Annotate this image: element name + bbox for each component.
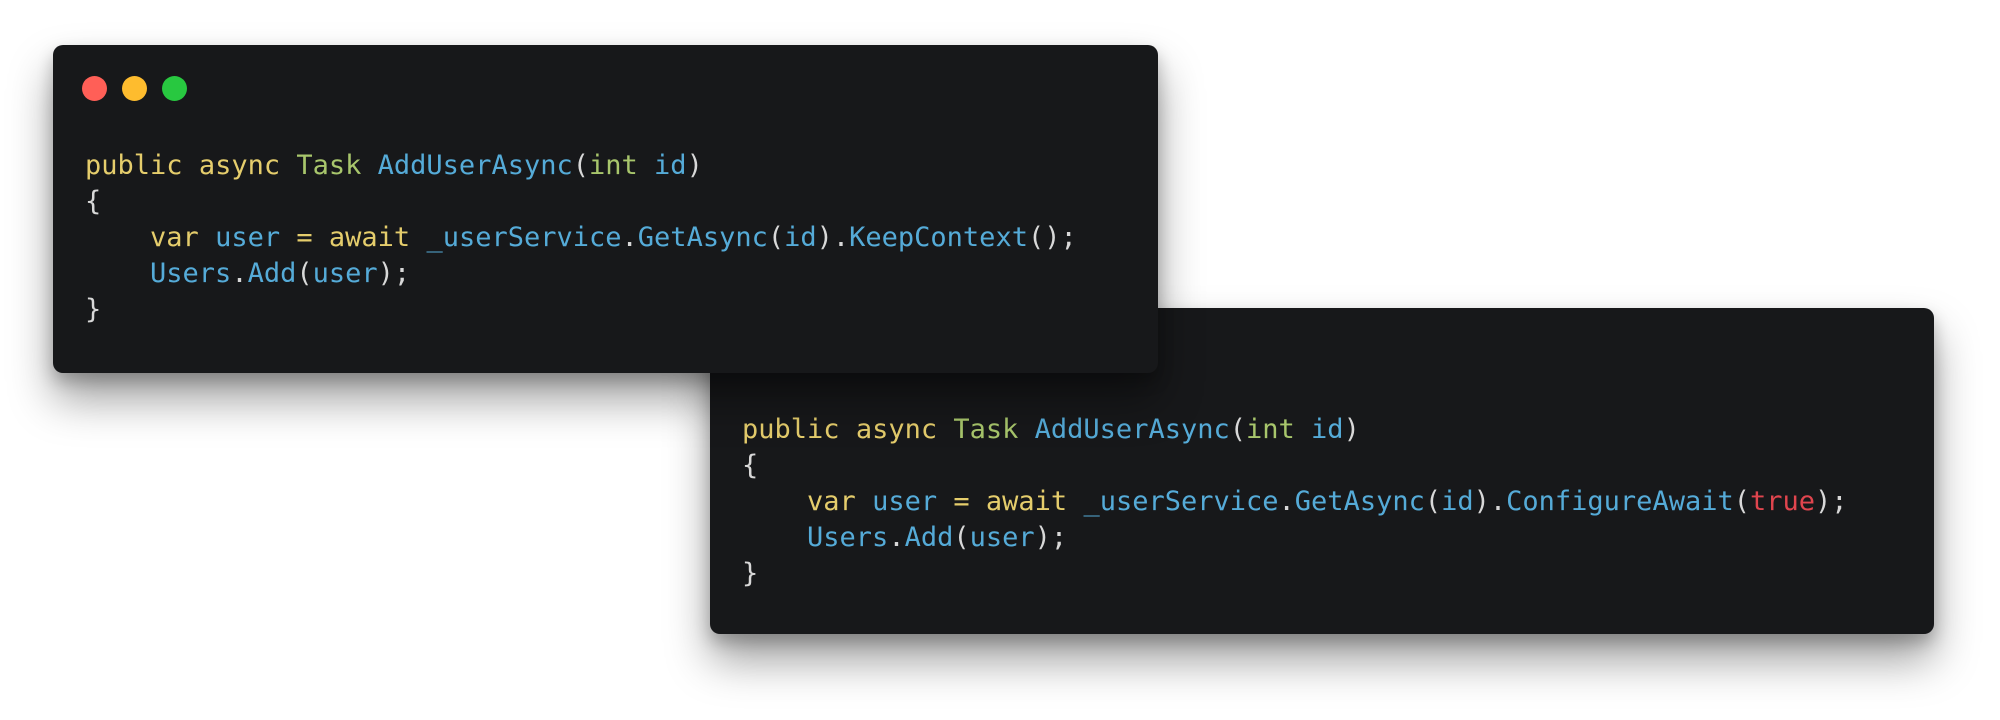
- code-token-identifier: Users: [150, 258, 232, 289]
- code-line: var user = await _userService.GetAsync(i…: [85, 220, 1077, 256]
- code-token-plain: (: [296, 258, 313, 289]
- code-token-identifier: id: [1311, 414, 1344, 445]
- code-token-literal: true: [1749, 486, 1816, 517]
- code-token-plain: ).: [816, 222, 850, 253]
- code-token-identifier: id: [784, 222, 817, 253]
- code-token-identifier: _userService: [1083, 486, 1279, 517]
- code-token-plain: (: [1733, 486, 1750, 517]
- code-line: public async Task AddUserAsync(int id): [742, 412, 1848, 448]
- code-token-plain: (: [1229, 414, 1246, 445]
- code-token-type: Task: [296, 150, 362, 181]
- code-line: var user = await _userService.GetAsync(i…: [742, 484, 1848, 520]
- code-token-identifier: Users: [807, 522, 889, 553]
- code-token-plain: .: [1278, 486, 1295, 517]
- code-token-identifier: KeepContext: [849, 222, 1028, 253]
- code-token-identifier: Add: [247, 258, 297, 289]
- code-token-plain: ): [1343, 414, 1360, 445]
- code-token-identifier: user: [969, 522, 1035, 553]
- code-token-plain: ();: [1027, 222, 1077, 253]
- code-token-identifier: GetAsync: [1294, 486, 1425, 517]
- code-token-plain: {: [85, 186, 102, 217]
- code-token-plain: );: [1815, 486, 1848, 517]
- code-token-identifier: user: [312, 258, 378, 289]
- code-token-plain: (: [1424, 486, 1442, 517]
- minimize-dot-icon[interactable]: [122, 76, 147, 101]
- code-block: public async Task AddUserAsync(int id){ …: [85, 148, 1077, 328]
- code-token-keyword: =: [953, 486, 970, 517]
- code-token-plain: {: [742, 450, 759, 481]
- code-token-type: int: [1246, 414, 1295, 445]
- code-line: }: [85, 292, 1077, 328]
- window-controls: [82, 76, 187, 101]
- code-line: {: [742, 448, 1848, 484]
- code-token-plain: (: [767, 222, 785, 253]
- code-token-type: int: [589, 150, 638, 181]
- code-token-identifier: _userService: [426, 222, 622, 253]
- code-window-keep-context: public async Task AddUserAsync(int id){ …: [53, 45, 1158, 373]
- code-line: Users.Add(user);: [742, 520, 1848, 556]
- code-token-identifier: Add: [904, 522, 954, 553]
- code-token-plain: }: [742, 558, 759, 589]
- code-token-type: Task: [953, 414, 1019, 445]
- code-token-plain: .: [888, 522, 905, 553]
- code-token-identifier: id: [654, 150, 687, 181]
- code-token-identifier: user: [215, 222, 281, 253]
- code-token-identifier: user: [872, 486, 938, 517]
- code-token-plain: );: [377, 258, 411, 289]
- code-line: }: [742, 556, 1848, 592]
- code-token-identifier: GetAsync: [637, 222, 768, 253]
- close-dot-icon[interactable]: [82, 76, 107, 101]
- code-token-keyword: var: [807, 486, 856, 517]
- maximize-dot-icon[interactable]: [162, 76, 187, 101]
- code-line: Users.Add(user);: [85, 256, 1077, 292]
- code-token-keyword: public: [742, 414, 840, 445]
- code-token-plain: }: [85, 294, 102, 325]
- code-block: public async Task AddUserAsync(int id){ …: [742, 412, 1848, 592]
- code-token-keyword: async: [198, 150, 281, 181]
- code-token-plain: ).: [1473, 486, 1507, 517]
- code-token-plain: (: [953, 522, 970, 553]
- code-token-plain: ): [686, 150, 703, 181]
- code-token-keyword: public: [85, 150, 183, 181]
- code-token-identifier: ConfigureAwait: [1506, 486, 1734, 517]
- code-token-identifier: id: [1441, 486, 1474, 517]
- code-token-keyword: async: [855, 414, 938, 445]
- code-line: {: [85, 184, 1077, 220]
- code-token-identifier: AddUserAsync: [377, 150, 573, 181]
- code-token-plain: (: [572, 150, 589, 181]
- code-token-plain: .: [231, 258, 248, 289]
- code-line: public async Task AddUserAsync(int id): [85, 148, 1077, 184]
- code-token-plain: .: [621, 222, 638, 253]
- code-token-keyword: await: [328, 222, 411, 253]
- code-token-keyword: var: [150, 222, 199, 253]
- code-token-plain: );: [1034, 522, 1068, 553]
- code-token-keyword: =: [296, 222, 313, 253]
- code-token-keyword: await: [985, 486, 1068, 517]
- code-token-identifier: AddUserAsync: [1034, 414, 1230, 445]
